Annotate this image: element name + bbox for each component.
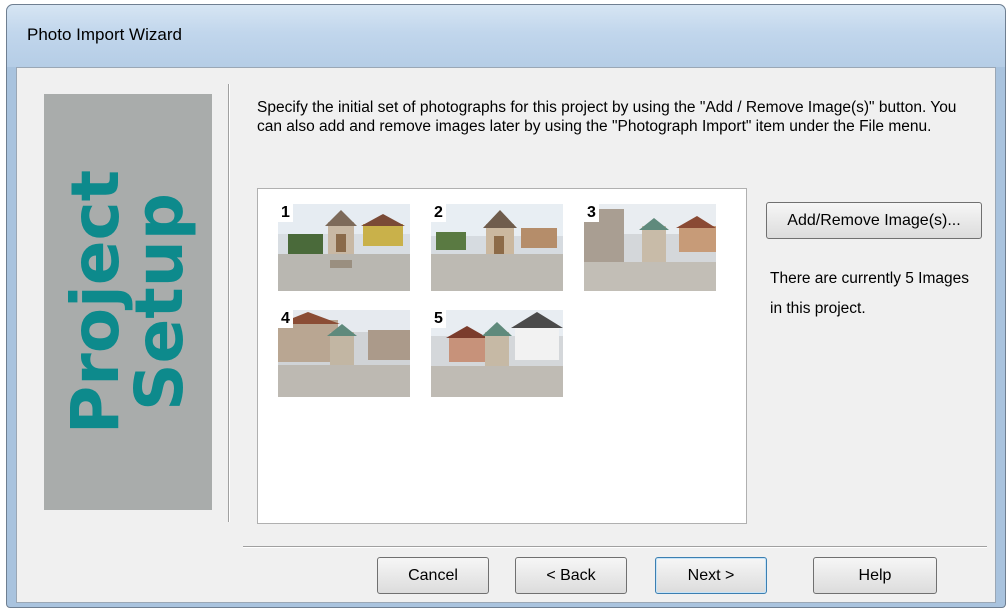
back-button[interactable]: < Back: [515, 557, 627, 594]
image-number-label: 5: [431, 310, 446, 328]
photo-thumbnail-image: [278, 310, 410, 397]
image-thumbnail[interactable]: 5: [431, 310, 563, 397]
image-list[interactable]: 1 2 3 4 5: [257, 188, 747, 524]
horizontal-divider: [243, 546, 987, 548]
side-banner: Project Setup: [44, 94, 212, 510]
image-thumbnail[interactable]: 1: [278, 204, 410, 291]
vertical-divider: [228, 84, 230, 522]
side-banner-line1: Project: [57, 169, 134, 435]
next-button[interactable]: Next >: [655, 557, 767, 594]
instructions-text: Specify the initial set of photographs f…: [257, 99, 957, 135]
wizard-window: Photo Import Wizard Project Setup Specif…: [6, 4, 1006, 608]
photo-thumbnail-image: [431, 310, 563, 397]
side-banner-line2: Setup: [121, 192, 198, 412]
image-thumbnail[interactable]: 3: [584, 204, 716, 291]
photo-thumbnail-image: [278, 204, 410, 291]
image-thumbnail[interactable]: 4: [278, 310, 410, 397]
help-button[interactable]: Help: [813, 557, 937, 594]
wizard-body: Project Setup Specify the initial set of…: [16, 67, 996, 603]
window-title: Photo Import Wizard: [27, 25, 182, 44]
image-number-label: 3: [584, 204, 599, 222]
title-bar[interactable]: Photo Import Wizard: [7, 5, 1005, 67]
image-number-label: 2: [431, 204, 446, 222]
image-count-text: There are currently 5 Images in this pro…: [770, 270, 970, 317]
image-thumbnail[interactable]: 2: [431, 204, 563, 291]
photo-thumbnail-image: [431, 204, 563, 291]
image-number-label: 4: [278, 310, 293, 328]
add-remove-images-button[interactable]: Add/Remove Image(s)...: [766, 202, 982, 239]
cancel-button[interactable]: Cancel: [377, 557, 489, 594]
image-number-label: 1: [278, 204, 293, 222]
photo-thumbnail-image: [584, 204, 716, 291]
side-banner-title: Project Setup: [57, 169, 198, 435]
